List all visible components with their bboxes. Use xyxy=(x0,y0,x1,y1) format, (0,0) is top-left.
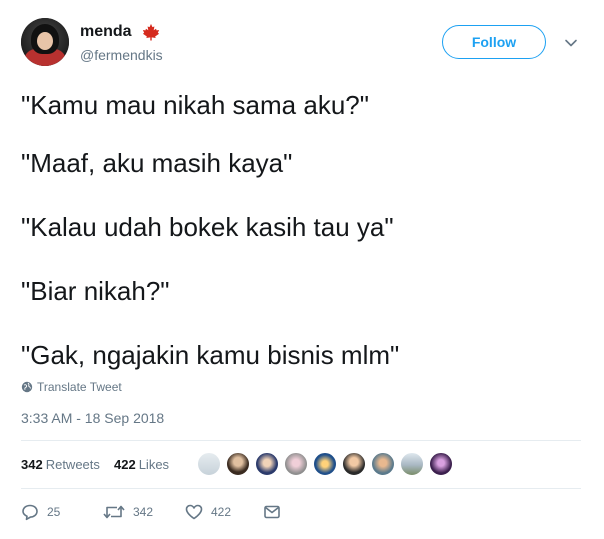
liker-avatar[interactable] xyxy=(400,452,424,476)
liker-avatar[interactable] xyxy=(284,452,308,476)
tweet-line: "Maaf, aku masih kaya" xyxy=(21,148,293,178)
liker-avatar[interactable] xyxy=(429,452,453,476)
likes-count: 422 xyxy=(114,457,136,472)
divider xyxy=(21,488,581,489)
reply-button[interactable]: 25 xyxy=(21,500,60,524)
avatar-face xyxy=(37,32,53,50)
retweets-stat[interactable]: 342 Retweets xyxy=(21,457,100,472)
liker-avatar[interactable] xyxy=(197,452,221,476)
direct-message-button[interactable] xyxy=(263,500,289,524)
tweet-line: "Kamu mau nikah sama aku?" xyxy=(21,90,369,120)
retweets-label: Retweets xyxy=(45,457,100,472)
user-name-wrap: menda xyxy=(80,23,160,41)
tweet-timestamp[interactable]: 3:33 AM - 18 Sep 2018 xyxy=(21,410,164,426)
tweet-header: menda @fermendkis Follow xyxy=(21,18,586,70)
liker-avatar[interactable] xyxy=(226,452,250,476)
envelope-icon xyxy=(264,505,280,519)
translate-tweet-link[interactable]: Translate Tweet xyxy=(21,380,122,394)
tweet-line: "Biar nikah?" xyxy=(21,276,170,306)
like-button[interactable]: 422 xyxy=(185,500,231,524)
reply-icon xyxy=(22,504,38,521)
like-count: 422 xyxy=(211,505,232,519)
retweet-icon xyxy=(103,505,125,519)
user-name[interactable]: menda xyxy=(80,23,132,41)
canada-flag-icon xyxy=(142,23,160,41)
heart-icon xyxy=(185,504,203,520)
user-handle[interactable]: @fermendkis xyxy=(80,47,163,63)
divider xyxy=(21,440,581,441)
translate-label: Translate Tweet xyxy=(37,380,122,394)
likes-label: Likes xyxy=(138,457,170,472)
tweet-stats: 342 Retweets 422 Likes xyxy=(21,450,581,480)
liker-avatar[interactable] xyxy=(255,452,279,476)
likes-stat[interactable]: 422 Likes xyxy=(114,457,169,472)
reply-count: 25 xyxy=(47,505,61,519)
tweet-line: "Kalau udah bokek kasih tau ya" xyxy=(21,212,394,242)
liker-avatar[interactable] xyxy=(371,452,395,476)
retweet-button[interactable]: 342 xyxy=(103,500,153,524)
liker-avatar[interactable] xyxy=(313,452,337,476)
chevron-down-icon[interactable] xyxy=(564,36,578,50)
retweets-count: 342 xyxy=(21,457,43,472)
tweet-line: "Gak, ngajakin kamu bisnis mlm" xyxy=(21,340,400,370)
tweet-actions: 25 342 422 xyxy=(21,500,581,524)
user-avatar[interactable] xyxy=(21,18,69,66)
liker-avatar[interactable] xyxy=(342,452,366,476)
follow-button[interactable]: Follow xyxy=(442,25,546,59)
retweet-count: 342 xyxy=(133,505,154,519)
globe-icon xyxy=(21,381,33,393)
